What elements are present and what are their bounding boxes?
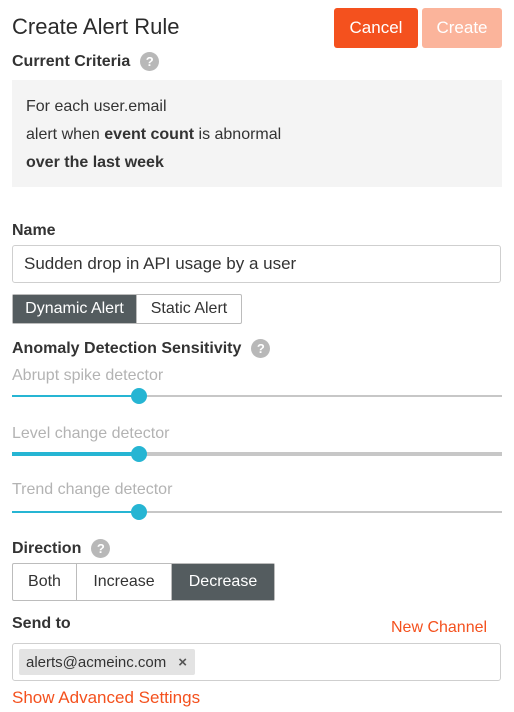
sensitivity-heading: Anomaly Detection Sensitivity ? [12, 339, 271, 358]
direction-label: Direction [12, 539, 82, 557]
current-criteria-heading: Current Criteria ? [12, 52, 160, 71]
slider-thumb[interactable] [131, 388, 148, 404]
recipient-chip: alerts@acmeinc.com × [19, 649, 196, 675]
direction-both-toggle[interactable]: Both [13, 564, 77, 600]
new-channel-link[interactable]: New Channel [391, 619, 487, 637]
help-icon[interactable]: ? [140, 52, 160, 71]
show-advanced-settings-link[interactable]: Show Advanced Settings [12, 688, 200, 708]
alert-type-toggle: Dynamic Alert Static Alert [12, 294, 242, 324]
static-alert-toggle[interactable]: Static Alert [137, 295, 241, 323]
current-criteria-label: Current Criteria [12, 52, 131, 70]
create-button[interactable]: Create [422, 8, 502, 48]
help-icon[interactable]: ? [91, 539, 111, 558]
criteria-line-2: alert when event count is abnormal [26, 126, 282, 143]
level-change-label: Level change detector [12, 425, 170, 442]
level-change-slider[interactable] [12, 446, 502, 462]
abrupt-spike-label: Abrupt spike detector [12, 367, 164, 384]
send-to-input[interactable]: alerts@acmeinc.com × [12, 643, 501, 681]
remove-recipient-icon[interactable]: × [178, 654, 187, 671]
page-title: Create Alert Rule [12, 14, 180, 39]
slider-fill [12, 452, 140, 456]
abrupt-spike-slider[interactable] [12, 388, 502, 404]
slider-thumb[interactable] [131, 504, 148, 520]
send-to-label: Send to [12, 615, 71, 632]
recipient-email: alerts@acmeinc.com [26, 653, 167, 671]
criteria-line-1: For each user.email [26, 98, 167, 115]
trend-change-label: Trend change detector [12, 481, 173, 498]
name-label: Name [12, 222, 56, 239]
slider-thumb[interactable] [131, 446, 148, 462]
cancel-button[interactable]: Cancel [334, 8, 418, 48]
slider-fill [12, 511, 140, 513]
slider-fill [12, 395, 140, 397]
criteria-line-3: over the last week [26, 154, 164, 171]
dynamic-alert-toggle[interactable]: Dynamic Alert [13, 295, 137, 323]
criteria-summary: For each user.email alert when event cou… [12, 80, 502, 187]
help-icon[interactable]: ? [251, 339, 271, 358]
direction-increase-toggle[interactable]: Increase [77, 564, 172, 600]
name-input[interactable] [12, 245, 501, 283]
direction-decrease-toggle[interactable]: Decrease [172, 564, 274, 600]
direction-heading: Direction ? [12, 539, 111, 558]
direction-toggle: Both Increase Decrease [12, 563, 275, 601]
trend-change-slider[interactable] [12, 504, 502, 520]
sensitivity-label: Anomaly Detection Sensitivity [12, 339, 242, 357]
